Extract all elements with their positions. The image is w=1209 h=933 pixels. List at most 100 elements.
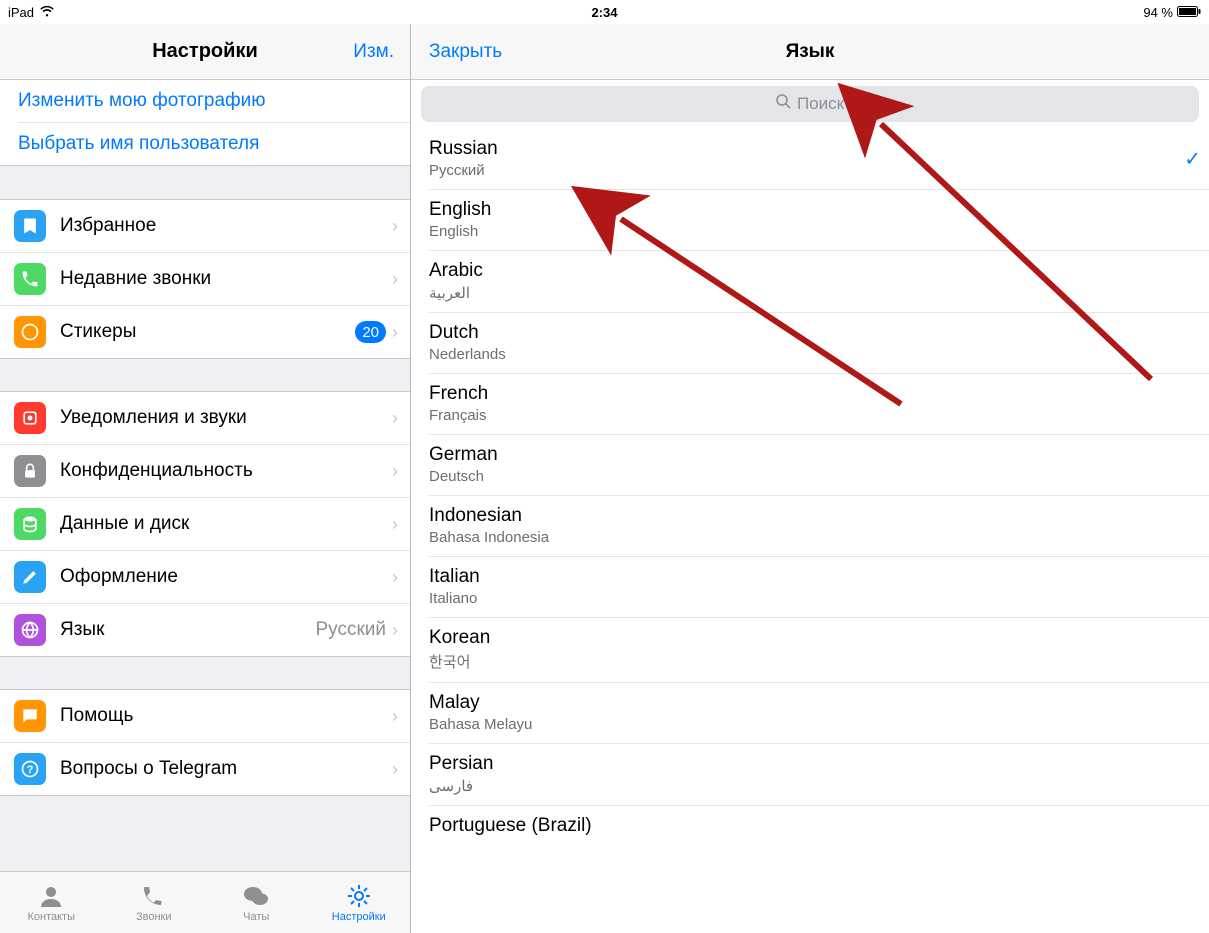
faq-row[interactable]: ? Вопросы о Telegram › <box>0 742 410 795</box>
notifications-label: Уведомления и звуки <box>60 407 392 429</box>
chevron-icon: › <box>392 706 398 727</box>
battery-label: 94 % <box>1143 5 1173 20</box>
language-native: 한국어 <box>429 651 1191 672</box>
wifi-icon <box>40 5 54 20</box>
language-native: Italiano <box>429 590 1191 607</box>
favorites-row[interactable]: Избранное › <box>0 200 410 252</box>
language-name: French <box>429 383 1191 405</box>
close-button[interactable]: Закрыть <box>429 41 502 63</box>
language-value: Русский <box>316 619 387 641</box>
tab-settings[interactable]: Настройки <box>308 872 411 933</box>
language-list[interactable]: RussianРусский✓ English English Arabic العرب… <box>411 128 1209 933</box>
language-native: فارسى <box>429 777 1191 795</box>
check-icon: ✓ <box>1184 146 1201 171</box>
language-row[interactable]: Italian Italiano <box>411 556 1209 617</box>
tab-bar: Контакты Звонки Чаты Настройки <box>0 871 410 933</box>
privacy-label: Конфиденциальность <box>60 460 392 482</box>
language-row[interactable]: RussianРусский✓ <box>411 128 1209 189</box>
chevron-icon: › <box>392 620 398 641</box>
notifications-icon <box>14 402 46 434</box>
language-native: Deutsch <box>429 468 1191 485</box>
language-name: Russian <box>429 138 1191 160</box>
change-photo-link[interactable]: Изменить мою фотографию <box>0 80 410 122</box>
language-row[interactable]: Arabic العربية <box>411 250 1209 312</box>
language-name: Portuguese (Brazil) <box>429 815 1191 837</box>
clock: 2:34 <box>591 5 617 20</box>
language-native: Bahasa Indonesia <box>429 529 1191 546</box>
chat-icon <box>14 700 46 732</box>
chevron-icon: › <box>392 461 398 482</box>
language-title: Язык <box>786 41 835 63</box>
lock-icon <box>14 455 46 487</box>
language-row[interactable]: English English <box>411 189 1209 250</box>
tab-chats[interactable]: Чаты <box>205 872 308 933</box>
data-label: Данные и диск <box>60 513 392 535</box>
help-row[interactable]: Помощь › <box>0 690 410 742</box>
search-icon <box>776 94 791 114</box>
sticker-icon <box>14 316 46 348</box>
chevron-icon: › <box>392 759 398 780</box>
language-row[interactable]: French Français <box>411 373 1209 434</box>
language-row[interactable]: Malay Bahasa Melayu <box>411 682 1209 743</box>
chevron-icon: › <box>392 269 398 290</box>
data-icon <box>14 508 46 540</box>
svg-text:?: ? <box>27 764 34 776</box>
battery-icon <box>1177 5 1201 20</box>
privacy-row[interactable]: Конфиденциальность › <box>0 444 410 497</box>
language-native: Français <box>429 407 1191 424</box>
settings-header: Настройки Изм. <box>0 24 410 80</box>
chevron-icon: › <box>392 514 398 535</box>
language-row[interactable]: Portuguese (Brazil) <box>411 805 1209 847</box>
language-row[interactable]: Язык Русский › <box>0 603 410 656</box>
tab-settings-label: Настройки <box>332 911 386 923</box>
question-icon: ? <box>14 753 46 785</box>
language-label: Язык <box>60 619 316 641</box>
profile-links: Изменить мою фотографию Выбрать имя поль… <box>0 80 410 166</box>
language-name: Korean <box>429 627 1191 649</box>
search-placeholder: Поиск <box>797 94 844 114</box>
tab-contacts[interactable]: Контакты <box>0 872 103 933</box>
phone-icon <box>14 263 46 295</box>
favorites-label: Избранное <box>60 215 392 237</box>
data-row[interactable]: Данные и диск › <box>0 497 410 550</box>
tab-calls[interactable]: Звонки <box>103 872 206 933</box>
appearance-row[interactable]: Оформление › <box>0 550 410 603</box>
stickers-label: Стикеры <box>60 321 355 343</box>
recent-calls-row[interactable]: Недавние звонки › <box>0 252 410 305</box>
recent-calls-label: Недавние звонки <box>60 268 392 290</box>
language-row[interactable]: GermanDeutsch <box>411 434 1209 495</box>
language-native: Nederlands <box>429 346 1191 363</box>
chevron-icon: › <box>392 408 398 429</box>
language-header: Закрыть Язык <box>411 24 1209 80</box>
stickers-row[interactable]: Стикеры 20 › <box>0 305 410 358</box>
tab-calls-label: Звонки <box>136 911 172 923</box>
appearance-label: Оформление <box>60 566 392 588</box>
language-row[interactable]: Persianفارسى <box>411 743 1209 805</box>
language-native: Bahasa Melayu <box>429 716 1191 733</box>
chevron-icon: › <box>392 216 398 237</box>
notifications-row[interactable]: Уведомления и звуки › <box>0 392 410 444</box>
settings-pane: Настройки Изм. Изменить мою фотографию В… <box>0 24 411 933</box>
language-native: العربية <box>429 284 1191 302</box>
language-name: Italian <box>429 566 1191 588</box>
language-name: Indonesian <box>429 505 1191 527</box>
language-name: Arabic <box>429 260 1191 282</box>
tab-contacts-label: Контакты <box>27 911 75 923</box>
language-name: Malay <box>429 692 1191 714</box>
language-row[interactable]: DutchNederlands <box>411 312 1209 373</box>
search-input[interactable]: Поиск <box>421 86 1199 122</box>
edit-button[interactable]: Изм. <box>353 41 394 63</box>
status-bar: iPad 2:34 94 % <box>0 0 1209 24</box>
language-name: English <box>429 199 1191 221</box>
device-label: iPad <box>8 5 34 20</box>
globe-icon <box>14 614 46 646</box>
brush-icon <box>14 561 46 593</box>
stickers-badge: 20 <box>355 321 386 343</box>
language-native: English <box>429 223 1191 240</box>
language-row[interactable]: Indonesian Bahasa Indonesia <box>411 495 1209 556</box>
language-row[interactable]: Korean한국어 <box>411 617 1209 682</box>
settings-title: Настройки <box>152 40 258 63</box>
faq-label: Вопросы о Telegram <box>60 758 392 780</box>
choose-username-link[interactable]: Выбрать имя пользователя <box>0 123 410 165</box>
bookmark-icon <box>14 210 46 242</box>
